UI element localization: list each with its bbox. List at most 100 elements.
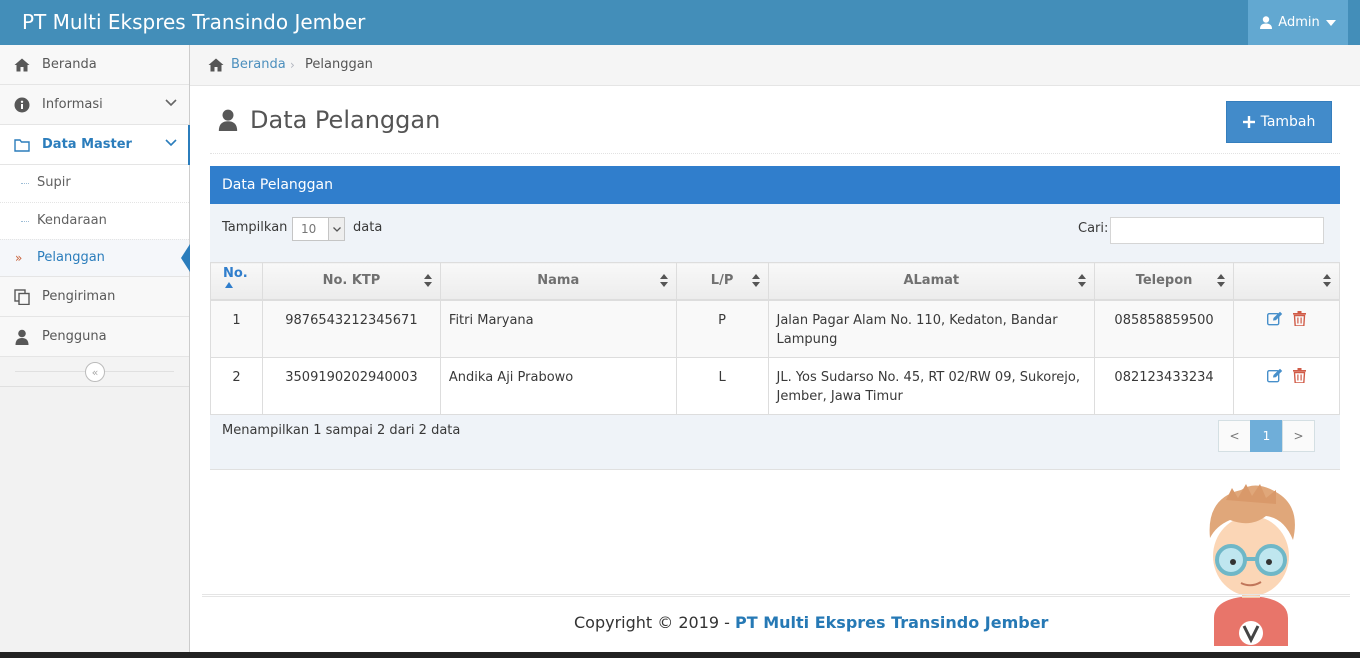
sort-icon — [1323, 274, 1331, 287]
cell-actions — [1233, 299, 1340, 358]
sort-icon — [423, 274, 432, 287]
footer-brand[interactable]: PT Multi Ekspres Transindo Jember — [735, 613, 1048, 632]
sort-icon — [751, 274, 760, 287]
sidebar-item-label: Pengguna — [42, 329, 107, 344]
cell-ktp: 9876543212345671 — [261, 299, 441, 358]
pagination-page-1[interactable]: 1 — [1250, 420, 1283, 452]
column-header-lp[interactable]: L/P — [675, 262, 769, 301]
sort-icon — [1078, 274, 1087, 287]
chevron-down-icon — [165, 139, 177, 147]
sidebar-item-pengguna[interactable]: Pengguna — [0, 317, 189, 357]
length-select[interactable]: 10 — [292, 217, 345, 241]
cell-lp: P — [675, 299, 769, 358]
double-angle-left-icon[interactable]: « — [85, 362, 105, 382]
cell-no: 2 — [210, 356, 263, 415]
sort-icon — [1217, 274, 1226, 287]
plus-icon — [1242, 116, 1255, 128]
sidebar-item-pengiriman[interactable]: Pengiriman — [0, 277, 189, 317]
chevron-down-icon — [328, 218, 344, 240]
add-button-label: Tambah — [1260, 114, 1316, 130]
user-menu[interactable]: Admin — [1248, 0, 1348, 45]
cell-alamat: JL. Yos Sudarso No. 45, RT 02/RW 09, Suk… — [767, 356, 1096, 415]
footer-divider — [202, 594, 1350, 597]
pagination-next[interactable]: > — [1282, 420, 1315, 452]
cell-lp: L — [675, 356, 769, 415]
submenu-item-kendaraan[interactable]: Kendaraan — [0, 202, 189, 239]
sort-up-icon — [225, 281, 233, 288]
column-header-actions[interactable] — [1233, 262, 1340, 301]
breadcrumb-current: Pelanggan — [305, 57, 373, 72]
footer: Copyright © 2019 - PT Multi Ekspres Tran… — [574, 613, 1048, 633]
customer-table: No. No. KTP Nama L/P ALamat Telepon 1 98… — [210, 262, 1340, 415]
submenu-item-supir[interactable]: Supir — [0, 165, 189, 202]
brand-title[interactable]: PT Multi Ekspres Transindo Jember — [22, 10, 365, 34]
table-header-row: No. No. KTP Nama L/P ALamat Telepon — [210, 262, 1340, 301]
user-icon — [15, 329, 29, 345]
table-row: 1 9876543212345671 Fitri Maryana P Jalan… — [210, 299, 1340, 358]
submenu-item-label: Kendaraan — [37, 213, 107, 228]
submenu-item-label: Pelanggan — [37, 250, 105, 265]
column-header-alamat[interactable]: ALamat — [767, 262, 1096, 301]
mascot-avatar — [1209, 484, 1295, 646]
pagination: < 1 > — [1218, 420, 1315, 452]
submenu-item-pelanggan[interactable]: » Pelanggan — [0, 239, 190, 276]
caret-down-icon — [1325, 19, 1336, 26]
breadcrumb-separator-icon: › — [290, 58, 295, 72]
cell-ktp: 3509190202940003 — [261, 356, 441, 415]
length-suffix: data — [353, 220, 383, 235]
pagination-prev[interactable]: < — [1218, 420, 1251, 452]
cell-nama: Fitri Maryana — [439, 299, 677, 358]
length-label: Tampilkan — [222, 220, 288, 235]
cell-alamat: Jalan Pagar Alam No. 110, Kedaton, Banda… — [767, 299, 1096, 358]
length-select-value: 10 — [301, 222, 317, 236]
cell-actions — [1233, 356, 1340, 415]
column-header-ktp[interactable]: No. KTP — [261, 262, 441, 301]
sort-icon — [659, 274, 668, 287]
home-icon — [14, 58, 30, 72]
double-angle-right-icon: » — [15, 251, 23, 265]
sidebar-collapse-bar: « — [0, 357, 189, 387]
trash-icon[interactable] — [1293, 367, 1307, 383]
user-name: Admin — [1278, 15, 1320, 30]
cell-nama: Andika Aji Prabowo — [439, 356, 677, 415]
navbar: PT Multi Ekspres Transindo Jember Admin — [0, 0, 1360, 45]
edit-icon[interactable] — [1267, 368, 1283, 383]
folder-icon — [14, 139, 30, 152]
sidebar-item-label: Informasi — [42, 97, 103, 112]
footer-copyright: Copyright © 2019 - — [574, 613, 736, 632]
copy-icon — [14, 289, 30, 305]
sidebar-item-label: Pengiriman — [42, 289, 116, 304]
search-input[interactable] — [1110, 217, 1324, 244]
page-title: Data Pelanggan — [250, 106, 441, 134]
sidebar-item-data-master[interactable]: Data Master — [0, 125, 190, 165]
sidebar: Beranda Informasi Data Master Supir Kend… — [0, 45, 190, 658]
sidebar-item-label: Beranda — [42, 57, 97, 72]
table-info: Menampilkan 1 sampai 2 dari 2 data — [222, 423, 461, 438]
trash-icon[interactable] — [1293, 310, 1307, 326]
home-icon — [208, 58, 224, 72]
add-button[interactable]: Tambah — [1226, 101, 1332, 143]
submenu-item-label: Supir — [37, 175, 71, 190]
cell-telepon: 082123433234 — [1094, 356, 1235, 415]
chevron-down-icon — [165, 99, 177, 107]
cell-no: 1 — [210, 299, 263, 358]
breadcrumb: Beranda › Pelanggan — [190, 45, 1360, 86]
cell-telepon: 085858859500 — [1094, 299, 1235, 358]
header-divider — [210, 153, 1340, 154]
column-header-telepon[interactable]: Telepon — [1094, 262, 1235, 301]
user-icon — [218, 109, 238, 131]
table-row: 2 3509190202940003 Andika Aji Prabowo L … — [210, 356, 1340, 415]
info-icon — [14, 97, 30, 113]
sidebar-item-informasi[interactable]: Informasi — [0, 85, 189, 125]
search-label: Cari: — [1078, 221, 1109, 236]
bottom-strip — [0, 652, 1360, 658]
column-header-nama[interactable]: Nama — [439, 262, 677, 301]
data-master-submenu: Supir Kendaraan » Pelanggan — [0, 165, 190, 277]
breadcrumb-home-link[interactable]: Beranda — [231, 57, 286, 73]
edit-icon[interactable] — [1267, 311, 1283, 326]
sidebar-item-label: Data Master — [42, 137, 132, 152]
widget-header: Data Pelanggan — [210, 166, 1340, 204]
sidebar-item-beranda[interactable]: Beranda — [0, 45, 189, 85]
active-marker — [181, 244, 190, 272]
column-header-no[interactable]: No. — [210, 262, 263, 301]
